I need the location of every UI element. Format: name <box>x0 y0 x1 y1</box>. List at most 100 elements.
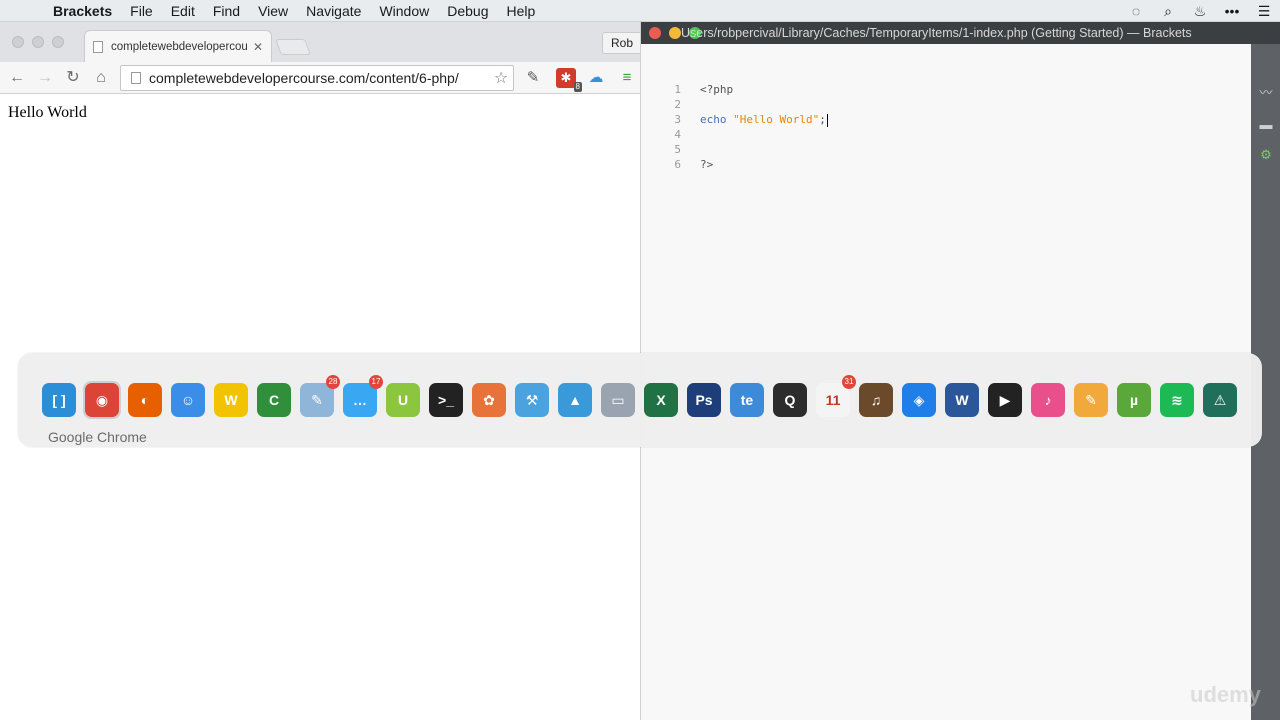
pages-icon[interactable]: ✎ <box>1072 381 1110 419</box>
minimize-window-icon[interactable] <box>32 36 44 48</box>
code-line[interactable]: 6 ?> <box>641 157 1251 172</box>
pages-glyph: ✎ <box>1074 383 1108 417</box>
garageband-icon[interactable]: ♫ <box>857 381 895 419</box>
chrome-menu-icon[interactable]: ≡ <box>616 68 638 88</box>
code-line[interactable]: 4 <box>641 127 1251 142</box>
camtasia-icon[interactable]: C <box>255 381 293 419</box>
punctuation-token: ; <box>819 113 826 126</box>
udemy-glyph: U <box>386 383 420 417</box>
menu-window[interactable]: Window <box>370 3 438 19</box>
browser-toolbar: ← → ↻ ⌂ completewebdevelopercourse.com/c… <box>0 62 640 94</box>
line-number: 2 <box>674 98 681 111</box>
menu-edit[interactable]: Edit <box>162 3 204 19</box>
url-text: completewebdevelopercourse.com/content/6… <box>149 70 459 86</box>
status-area: ◌ ⌕ ♨ ••• ☰ <box>1120 0 1280 22</box>
extension-badge: 8 <box>573 82 582 92</box>
line-number: 4 <box>674 128 681 141</box>
console-glyph: ⚠ <box>1203 383 1237 417</box>
menu-find[interactable]: Find <box>204 3 249 19</box>
itunes-icon[interactable]: ♪ <box>1029 381 1067 419</box>
messages-icon[interactable]: … 17 <box>341 375 383 419</box>
preview-file-glyph: ▭ <box>601 383 635 417</box>
close-window-icon[interactable] <box>12 36 24 48</box>
spotify-glyph: ≋ <box>1160 383 1194 417</box>
sync-icon[interactable]: ◌ <box>1120 3 1152 19</box>
flame-icon[interactable]: ♨ <box>1184 3 1216 20</box>
udemy-icon[interactable]: U <box>384 381 422 419</box>
brackets-glyph: [ ] <box>42 383 76 417</box>
cyberduck-icon[interactable]: W <box>212 381 250 419</box>
preview-file-icon[interactable]: ▭ <box>599 381 637 419</box>
xcode-alt-glyph: ▲ <box>558 383 592 417</box>
menu-file[interactable]: File <box>121 3 162 19</box>
firefox-icon[interactable]: ◐ <box>126 381 164 419</box>
code-line[interactable]: 5 <box>641 142 1251 157</box>
plugin-icon[interactable]: ⚙ <box>1256 146 1276 164</box>
xcode-alt-icon[interactable]: ▲ <box>556 381 594 419</box>
preview-icon[interactable]: ✎ 28 <box>298 375 340 419</box>
cyberduck-glyph: W <box>214 383 248 417</box>
notification-center-icon[interactable]: ☰ <box>1248 3 1280 20</box>
terminal-icon[interactable]: >_ <box>427 381 465 419</box>
menu-help[interactable]: Help <box>498 3 545 19</box>
menu-view[interactable]: View <box>249 3 297 19</box>
tab-close-icon[interactable]: ✕ <box>253 40 263 54</box>
page-output-text: Hello World <box>8 104 87 121</box>
quicktime-icon[interactable]: Q <box>771 381 809 419</box>
code-line[interactable]: 3 echo "Hello World"; <box>641 112 1251 127</box>
watermark-logo: udemy <box>1190 682 1261 707</box>
console-icon[interactable]: ⚠ <box>1201 381 1239 419</box>
spotlight-search-icon[interactable]: ⌕ <box>1152 3 1184 20</box>
back-arrow-icon[interactable]: ← <box>5 66 29 90</box>
tab-active[interactable]: completewebdevelopercou ✕ <box>84 30 272 62</box>
finder-icon[interactable]: ☺ <box>169 381 207 419</box>
infuse-icon[interactable]: ▶ <box>986 381 1024 419</box>
extension-manager-icon[interactable]: ▬ <box>1256 116 1276 134</box>
tab-strip: completewebdevelopercou ✕ Rob <box>0 22 643 62</box>
minimize-window-icon[interactable] <box>669 27 681 39</box>
brackets-icon[interactable]: [ ] <box>40 381 78 419</box>
code-line[interactable]: 1 <?php <box>641 82 1251 97</box>
safari-icon[interactable]: ◈ <box>900 381 938 419</box>
extension-red-icon[interactable]: ✱ 8 <box>556 68 582 92</box>
reload-icon[interactable]: ↻ <box>61 66 85 90</box>
code-text: ?> <box>700 158 714 171</box>
cloud-icon[interactable]: ☁ <box>585 68 607 88</box>
terminal-glyph: >_ <box>429 383 463 417</box>
address-bar[interactable]: completewebdevelopercourse.com/content/6… <box>120 65 514 91</box>
page-icon <box>131 72 141 84</box>
string-token: "Hello World" <box>733 113 820 126</box>
quicktime-glyph: Q <box>773 383 807 417</box>
more-icon[interactable]: ••• <box>1216 3 1248 19</box>
menu-debug[interactable]: Debug <box>438 3 497 19</box>
menu-navigate[interactable]: Navigate <box>297 3 370 19</box>
menu-app-name[interactable]: Brackets <box>44 3 121 19</box>
photoshop-icon[interactable]: Ps <box>685 381 723 419</box>
code-line[interactable]: 2 <box>641 97 1251 112</box>
bookmark-star-icon[interactable]: ☆ <box>489 68 513 88</box>
excel-icon[interactable]: X <box>642 381 680 419</box>
page-icon <box>93 40 103 53</box>
screen: Brackets File Edit Find View Navigate Wi… <box>0 0 1280 720</box>
line-number: 6 <box>674 158 681 171</box>
dvd-player-icon[interactable]: ✿ <box>470 381 508 419</box>
textexpander-icon[interactable]: te <box>728 381 766 419</box>
utorrent-icon[interactable]: µ <box>1115 381 1153 419</box>
xcode-icon[interactable]: ⚒ <box>513 381 551 419</box>
zoom-window-icon[interactable] <box>52 36 64 48</box>
excel-glyph: X <box>644 383 678 417</box>
spotify-icon[interactable]: ≋ <box>1158 381 1196 419</box>
new-tab-button[interactable] <box>275 39 311 55</box>
firefox-glyph: ◐ <box>128 383 162 417</box>
safari-glyph: ◈ <box>902 383 936 417</box>
home-icon[interactable]: ⌂ <box>89 66 113 90</box>
eyedropper-icon[interactable]: ✎ <box>522 68 544 88</box>
close-window-icon[interactable] <box>649 27 661 39</box>
calendar-icon[interactable]: 11 31 <box>814 375 856 419</box>
word-icon[interactable]: W <box>943 381 981 419</box>
live-preview-icon[interactable]: 〰 <box>1256 84 1276 102</box>
forward-arrow-icon[interactable]: → <box>33 66 57 90</box>
chrome-icon[interactable]: ◉ <box>83 381 121 419</box>
line-number: 5 <box>674 143 681 156</box>
profile-button[interactable]: Rob <box>602 32 643 54</box>
